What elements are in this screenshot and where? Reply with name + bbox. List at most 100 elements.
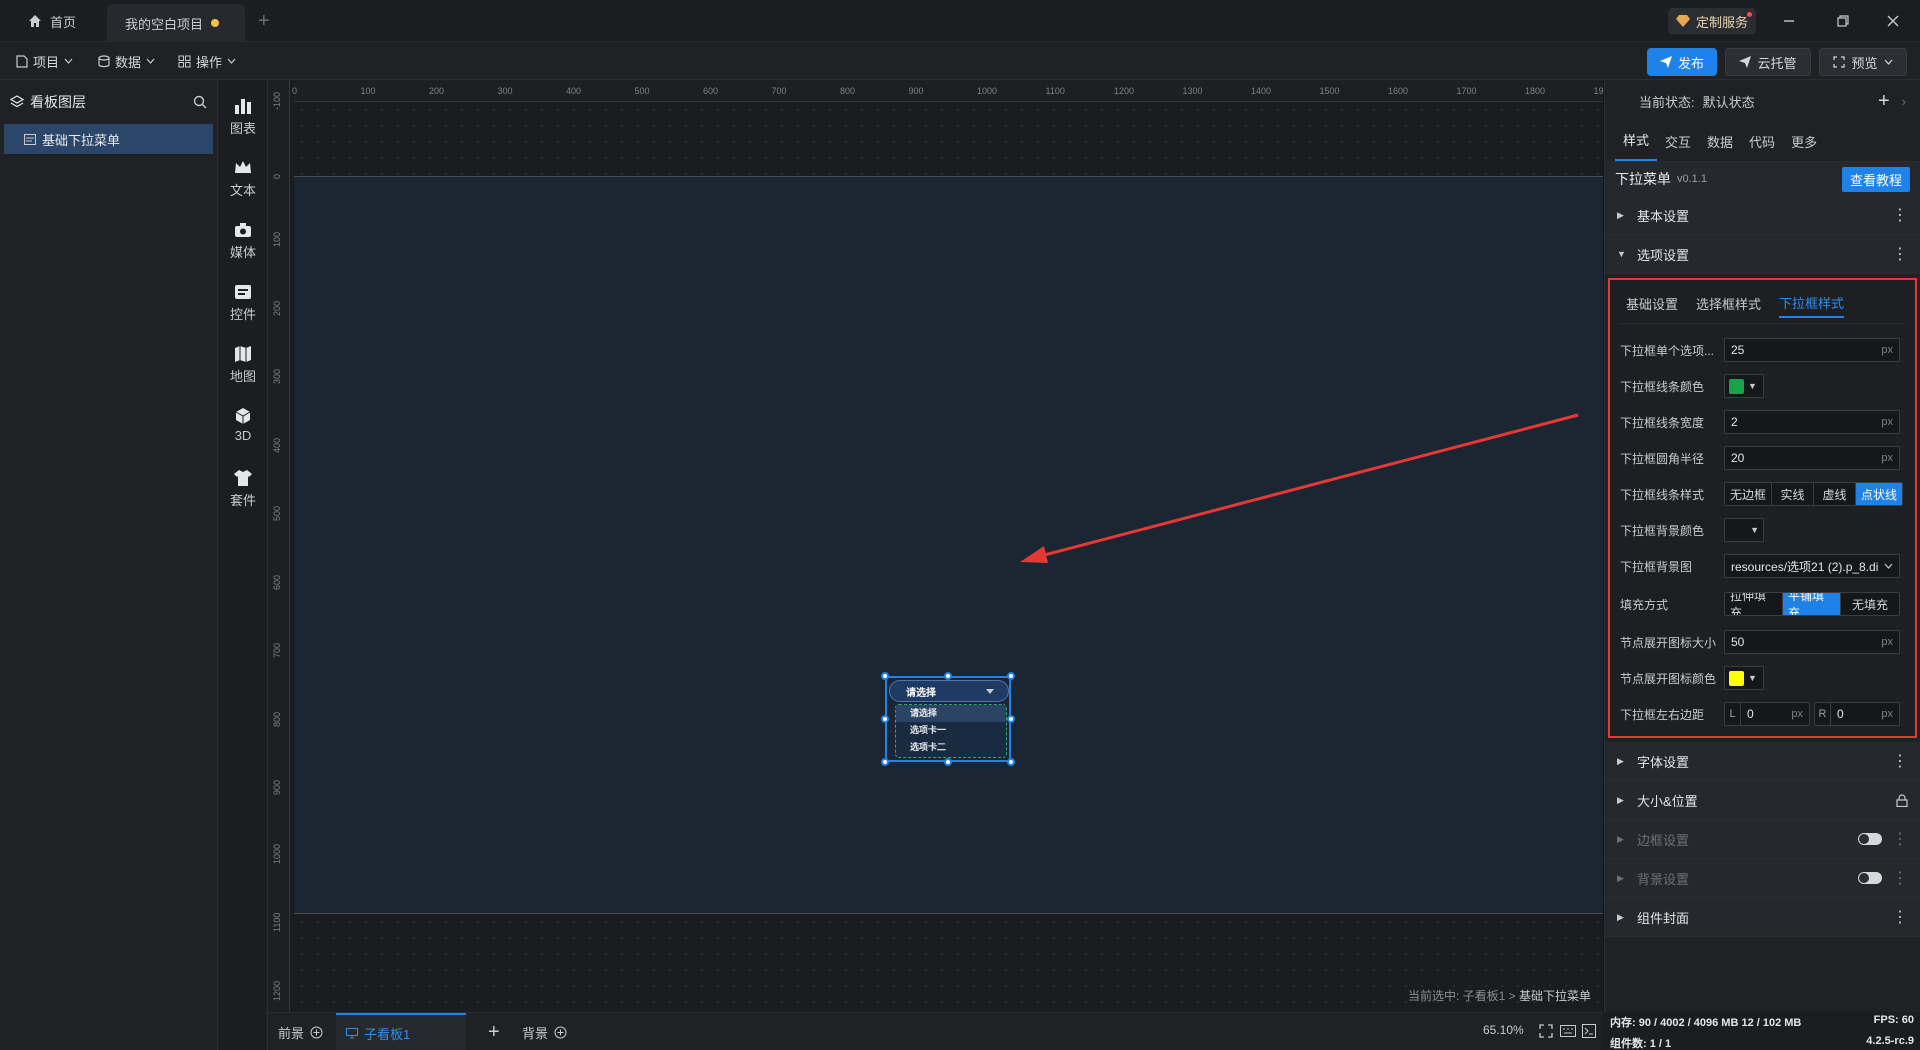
line-width-input[interactable]: 2 px — [1724, 410, 1900, 434]
state-row: 当前状态: 默认状态 + › — [1605, 80, 1920, 122]
line-style-none[interactable]: 无边框 — [1725, 483, 1773, 505]
close-button[interactable] — [1866, 0, 1920, 42]
line-style-segmented: 无边框 实线 虚线 点状线 — [1724, 482, 1904, 506]
fit-screen-icon[interactable] — [1539, 1024, 1553, 1038]
line-style-dotted[interactable]: 点状线 — [1856, 483, 1903, 505]
tab-project[interactable]: 我的空白项目 — [107, 4, 245, 42]
bg-color-picker[interactable]: ▼ — [1724, 518, 1764, 542]
unsaved-dot-icon — [211, 19, 220, 27]
library-item-label: 媒体 — [229, 245, 256, 260]
cloud-hosting-button[interactable]: 云托管 — [1725, 48, 1811, 76]
fill-tile[interactable]: 平铺填充 — [1783, 593, 1841, 615]
subtab-dropdown-style[interactable]: 下拉框样式 — [1779, 293, 1845, 318]
library-item-3d[interactable]: 3D — [218, 406, 268, 443]
more-vertical-icon[interactable]: ⋮ — [1892, 868, 1908, 888]
page-tab-subpage[interactable]: 子看板1 — [336, 1013, 466, 1050]
line-style-solid[interactable]: 实线 — [1772, 483, 1815, 505]
more-vertical-icon[interactable]: ⋮ — [1892, 829, 1908, 849]
tab-data[interactable]: 数据 — [1699, 132, 1741, 161]
field-label: 下拉框背景颜色 — [1620, 523, 1705, 538]
tab-home[interactable]: 首页 — [12, 0, 122, 42]
preview-button[interactable]: 预览 — [1819, 48, 1907, 76]
tab-code[interactable]: 代码 — [1741, 132, 1783, 161]
tab-more[interactable]: 更多 — [1783, 132, 1825, 161]
fill-none[interactable]: 无填充 — [1841, 593, 1899, 615]
library-item-map[interactable]: 地图 — [218, 344, 268, 385]
unit-label: px — [1791, 708, 1803, 720]
section-font-settings[interactable]: ▶ 字体设置 ⋮ — [1605, 742, 1920, 781]
more-vertical-icon[interactable]: ⋮ — [1892, 751, 1908, 771]
lock-icon[interactable] — [1896, 793, 1908, 807]
selection-current: 基础下拉菜单 — [1518, 989, 1591, 1003]
library-item-label: 图表 — [229, 121, 256, 136]
subtab-basic[interactable]: 基础设置 — [1626, 294, 1678, 317]
node-icon-color-picker[interactable]: ▼ — [1724, 666, 1764, 690]
layer-item[interactable]: 基础下拉菜单 — [4, 124, 213, 154]
library-item-text[interactable]: 文本 — [218, 158, 268, 199]
add-circle-icon[interactable] — [554, 1026, 567, 1039]
page-tab-foreground[interactable]: 前景 — [268, 1013, 333, 1050]
option-settings-panel: 基础设置 选择框样式 下拉框样式 下拉框单个选项... 25 px 下拉框线条颜色… — [1608, 278, 1917, 738]
line-color-picker[interactable]: ▼ — [1724, 374, 1764, 398]
background-toggle[interactable] — [1858, 872, 1882, 884]
field-label: 下拉框线条颜色 — [1620, 379, 1705, 394]
custom-service-button[interactable]: 定制服务 — [1668, 8, 1756, 34]
menu-operate[interactable]: 操作 — [174, 48, 240, 74]
radius-input[interactable]: 20 px — [1724, 446, 1900, 470]
fill-stretch[interactable]: 拉伸填充 — [1725, 593, 1783, 615]
menu-project[interactable]: 项目 — [12, 48, 77, 74]
padding-tag: L — [1725, 703, 1741, 725]
more-vertical-icon[interactable]: ⋮ — [1892, 244, 1908, 264]
widget-header: 下拉菜单 v0.1.1 查看教程 — [1605, 162, 1920, 196]
border-toggle[interactable] — [1858, 833, 1882, 845]
subtab-select-style[interactable]: 选择框样式 — [1696, 294, 1761, 317]
section-background-settings[interactable]: ▶ 背景设置 ⋮ — [1605, 859, 1920, 898]
library-item-control[interactable]: 控件 — [218, 282, 268, 323]
keyboard-icon[interactable] — [1560, 1025, 1576, 1037]
new-tab-button[interactable]: + — [252, 0, 282, 42]
search-icon[interactable] — [193, 95, 207, 109]
tab-style[interactable]: 样式 — [1615, 130, 1658, 161]
menu-data[interactable]: 数据 — [94, 48, 159, 74]
title-bar: 首页 我的空白项目 + 定制服务 — [0, 0, 1920, 42]
zoom-level[interactable]: 65.10% — [1483, 1023, 1524, 1037]
more-vertical-icon[interactable]: ⋮ — [1892, 907, 1908, 927]
minimize-button[interactable] — [1762, 0, 1816, 42]
add-page-button[interactable]: + — [478, 1013, 510, 1050]
publish-button[interactable]: 发布 — [1647, 48, 1717, 76]
section-size-position[interactable]: ▶ 大小&位置 — [1605, 781, 1920, 820]
section-basic-settings[interactable]: ▶ 基本设置 ⋮ — [1605, 196, 1920, 235]
bg-image-select[interactable]: resources/选项21 (2).p_8.di — [1724, 554, 1900, 578]
section-border-settings[interactable]: ▶ 边框设置 ⋮ — [1605, 820, 1920, 859]
add-state-button[interactable]: + — [1878, 90, 1890, 113]
line-style-dashed[interactable]: 虚线 — [1814, 483, 1857, 505]
fps-status: FPS: 60 — [1873, 1014, 1914, 1026]
chevron-right-icon[interactable]: › — [1902, 94, 1906, 109]
caret-right-icon: ▶ — [1617, 755, 1624, 766]
more-vertical-icon[interactable]: ⋮ — [1892, 205, 1908, 225]
padding-left-input[interactable]: L 0 px — [1724, 702, 1810, 726]
item-height-input[interactable]: 25 px — [1724, 338, 1900, 362]
state-value[interactable]: 默认状态 — [1703, 92, 1755, 111]
tab-interaction[interactable]: 交互 — [1657, 132, 1699, 161]
library-item-media[interactable]: 媒体 — [218, 220, 268, 261]
padding-right-input[interactable]: R 0 px — [1814, 702, 1900, 726]
node-icon-size-input[interactable]: 50 px — [1724, 630, 1900, 654]
section-option-settings[interactable]: ▼ 选项设置 ⋮ — [1605, 235, 1920, 274]
menu-project-label: 项目 — [33, 54, 60, 70]
terminal-icon[interactable] — [1582, 1024, 1596, 1038]
layers-icon — [10, 95, 24, 108]
monitor-icon — [346, 1027, 358, 1038]
state-label: 当前状态: — [1639, 94, 1695, 110]
layers-header: 看板图层 — [0, 80, 217, 124]
canvas-area[interactable]: 0 100 200 300 400 500 600 700 800 900 1000 1100 1200… — [268, 80, 1603, 1012]
section-component-cover[interactable]: ▶ 组件封面 ⋮ — [1605, 898, 1920, 937]
add-circle-icon[interactable] — [310, 1026, 323, 1039]
view-tutorial-button[interactable]: 查看教程 — [1841, 166, 1910, 192]
library-item-chart[interactable]: 图表 — [218, 96, 268, 137]
library-item-kit[interactable]: 套件 — [218, 468, 268, 509]
page-tab-background[interactable]: 背景 — [512, 1013, 577, 1050]
section-title: 边框设置 — [1637, 832, 1690, 848]
restore-button[interactable] — [1816, 0, 1870, 42]
diamond-icon — [1676, 15, 1690, 27]
